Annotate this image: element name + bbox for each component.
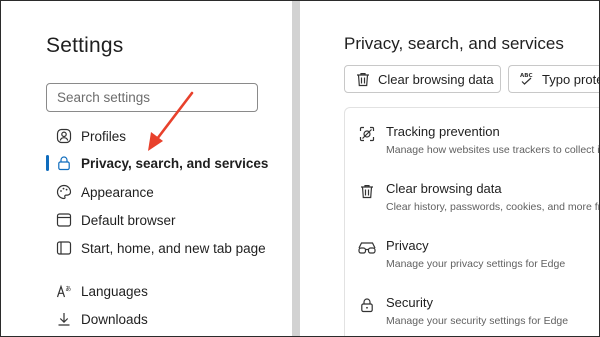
home-page-icon bbox=[54, 238, 74, 258]
sidebar-item-label: Downloads bbox=[81, 311, 148, 327]
pane-divider[interactable] bbox=[292, 0, 300, 337]
settings-title: Settings bbox=[46, 34, 124, 57]
abc-check-icon: ABC bbox=[519, 71, 535, 87]
glasses-icon bbox=[358, 239, 376, 257]
download-icon bbox=[54, 309, 74, 329]
profile-icon bbox=[54, 126, 74, 146]
row-title: Tracking prevention bbox=[386, 124, 500, 139]
button-label: Clear browsing data bbox=[378, 71, 494, 87]
sidebar-item-label: Profiles bbox=[81, 128, 127, 144]
svg-text:あ: あ bbox=[65, 286, 71, 293]
row-description: Manage your security settings for Edge bbox=[386, 315, 569, 327]
button-label: Typo prote bbox=[542, 71, 600, 87]
typo-protection-button[interactable]: ABC Typo prote bbox=[508, 65, 600, 93]
search-settings-input[interactable] bbox=[46, 83, 258, 112]
sidebar-item-label: Languages bbox=[81, 283, 148, 299]
settings-content: Privacy, search, and services Clear brow… bbox=[300, 0, 600, 337]
sidebar-item-languages[interactable]: あ Languages bbox=[46, 278, 148, 304]
row-description: Manage your privacy settings for Edge bbox=[386, 258, 566, 270]
row-title: Clear browsing data bbox=[386, 181, 502, 196]
row-title: Privacy bbox=[386, 238, 429, 253]
lock-icon bbox=[54, 153, 74, 173]
privacy-settings-card bbox=[344, 107, 600, 337]
palette-icon bbox=[54, 182, 74, 202]
sidebar-item-profiles[interactable]: Profiles bbox=[46, 123, 126, 149]
settings-sidebar: Settings Profiles Privacy, search, and s… bbox=[0, 0, 292, 337]
row-description: Manage how websites use trackers to coll… bbox=[386, 144, 600, 156]
sidebar-item-label: Default browser bbox=[81, 212, 176, 228]
lock-icon bbox=[358, 296, 376, 314]
sidebar-item-default-browser[interactable]: Default browser bbox=[46, 207, 176, 233]
trash-icon bbox=[355, 71, 371, 87]
sidebar-item-appearance[interactable]: Appearance bbox=[46, 179, 154, 205]
row-description: Clear history, passwords, cookies, and m… bbox=[386, 201, 600, 213]
languages-icon: あ bbox=[54, 281, 74, 301]
clear-browsing-data-button[interactable]: Clear browsing data bbox=[344, 65, 501, 93]
sidebar-item-label: Start, home, and new tab page bbox=[81, 240, 266, 256]
browser-window-icon bbox=[54, 210, 74, 230]
sidebar-item-downloads[interactable]: Downloads bbox=[46, 306, 148, 332]
sidebar-item-label: Appearance bbox=[81, 184, 154, 200]
trash-icon bbox=[358, 182, 376, 200]
row-title: Security bbox=[386, 295, 433, 310]
sidebar-item-start-home[interactable]: Start, home, and new tab page bbox=[46, 235, 266, 261]
sidebar-item-label: Privacy, search, and services bbox=[81, 155, 269, 171]
sidebar-item-privacy[interactable]: Privacy, search, and services bbox=[46, 150, 268, 176]
tracking-prevention-icon bbox=[358, 125, 376, 143]
page-title: Privacy, search, and services bbox=[344, 34, 564, 53]
